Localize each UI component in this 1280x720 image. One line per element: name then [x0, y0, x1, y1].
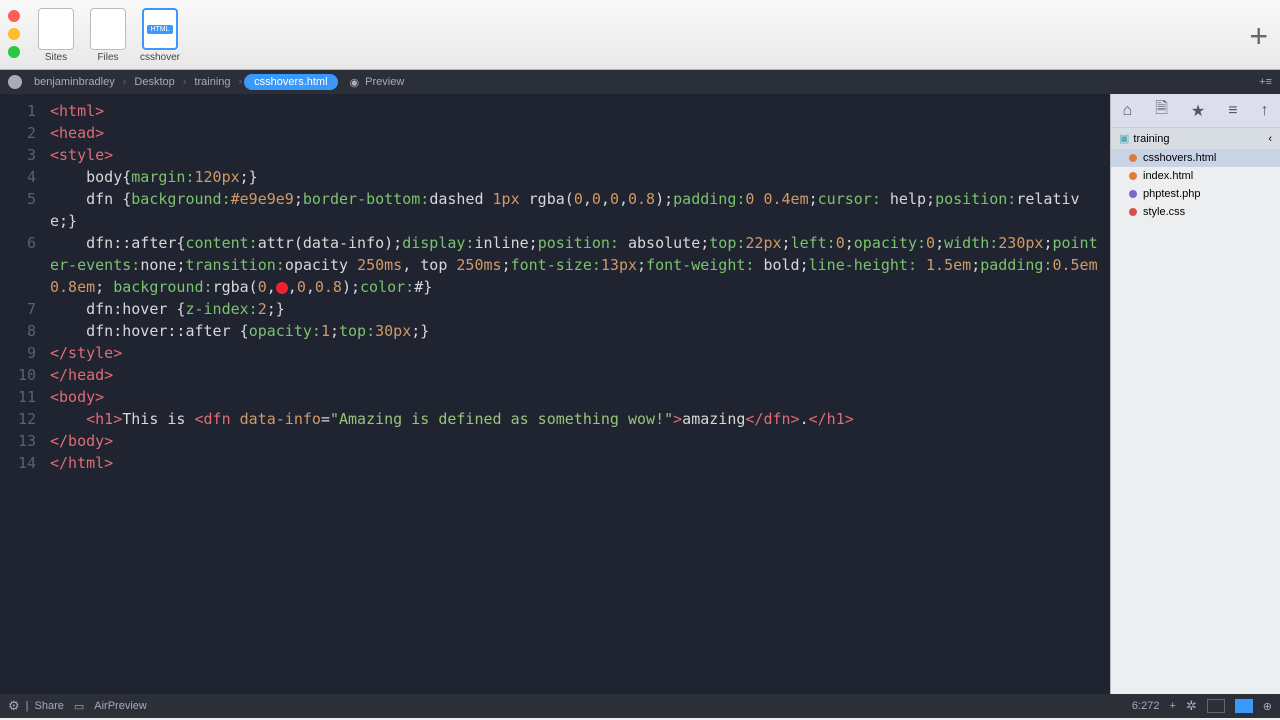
tab-files[interactable]: Files: [84, 8, 132, 63]
file-style[interactable]: style.css: [1111, 203, 1280, 221]
breadcrumb-bar: benjaminbradley Desktop training csshove…: [0, 70, 1280, 94]
add-icon[interactable]: +: [1169, 700, 1175, 712]
tab-files-label: Files: [97, 52, 118, 63]
add-split-icon[interactable]: +≡: [1259, 76, 1272, 88]
html-badge: HTML: [147, 25, 172, 34]
home-icon[interactable]: ⌂: [1122, 102, 1132, 120]
sep: |: [26, 700, 29, 712]
more-icon[interactable]: ⊕: [1263, 700, 1272, 713]
crumb-desktop[interactable]: Desktop: [128, 76, 180, 88]
file-type-icon: [1129, 154, 1137, 162]
cursor-marker-icon: [276, 282, 288, 294]
nav-back-icon[interactable]: [8, 75, 22, 89]
crumb-file[interactable]: csshovers.html: [244, 74, 337, 90]
window-controls: [8, 8, 20, 58]
tab-csshover-label: csshover: [140, 52, 180, 63]
publish-icon[interactable]: ↑: [1261, 102, 1269, 120]
new-tab-button[interactable]: +: [1249, 18, 1268, 55]
file-list: csshovers.html index.html phptest.php st…: [1111, 149, 1280, 221]
code-editor[interactable]: 1 2 3 4 5 6 7 8 9 10 11 12 13 14 <html> …: [0, 94, 1110, 694]
status-bar: ⚙ | Share ▭ AirPreview 6:272 + ✲ ⊕: [0, 694, 1280, 718]
file-type-icon: [1129, 190, 1137, 198]
folder-icon: ▣: [1119, 133, 1129, 145]
file-type-icon: [1129, 208, 1137, 216]
star-icon[interactable]: ★: [1191, 101, 1205, 121]
files-icon[interactable]: 🗎: [1155, 97, 1168, 124]
chevron-left-icon[interactable]: ‹: [1268, 133, 1272, 145]
line-gutter: 1 2 3 4 5 6 7 8 9 10 11 12 13 14: [0, 94, 46, 694]
layout-right-icon[interactable]: [1235, 699, 1253, 713]
preview-label[interactable]: Preview: [359, 76, 410, 88]
list-icon[interactable]: ≡: [1228, 102, 1237, 120]
tab-sites[interactable]: Sites: [32, 8, 80, 63]
code-area[interactable]: <html> <head> <style> body{margin:120px;…: [46, 94, 1110, 694]
file-name: phptest.php: [1143, 188, 1201, 200]
share-button[interactable]: Share: [35, 700, 64, 712]
gear-icon[interactable]: ✲: [1186, 698, 1197, 714]
file-name: csshovers.html: [1143, 152, 1216, 164]
airpreview-button[interactable]: AirPreview: [94, 700, 147, 712]
cursor-position: 6:272: [1132, 700, 1160, 712]
file-csshovers[interactable]: csshovers.html: [1111, 149, 1280, 167]
folder-name: training: [1133, 133, 1169, 145]
minimize-icon[interactable]: [8, 28, 20, 40]
tab-csshover[interactable]: HTML csshover: [136, 8, 184, 63]
file-name: style.css: [1143, 206, 1185, 218]
side-panel: ⌂ 🗎 ★ ≡ ↑ ▣ training ‹ csshovers.html ind…: [1110, 94, 1280, 694]
settings-icon[interactable]: ⚙: [8, 698, 20, 714]
folder-header[interactable]: ▣ training ‹: [1111, 128, 1280, 149]
file-name: index.html: [1143, 170, 1193, 182]
close-icon[interactable]: [8, 10, 20, 22]
file-index[interactable]: index.html: [1111, 167, 1280, 185]
crumb-training[interactable]: training: [188, 76, 236, 88]
preview-icon[interactable]: ◉: [350, 76, 360, 89]
file-type-icon: [1129, 172, 1137, 180]
workspace: 1 2 3 4 5 6 7 8 9 10 11 12 13 14 <html> …: [0, 94, 1280, 694]
titlebar: Sites Files HTML csshover +: [0, 0, 1280, 70]
crumb-user[interactable]: benjaminbradley: [28, 76, 121, 88]
layout-left-icon[interactable]: [1207, 699, 1225, 713]
tab-sites-label: Sites: [45, 52, 67, 63]
zoom-icon[interactable]: [8, 46, 20, 58]
side-toolbar: ⌂ 🗎 ★ ≡ ↑: [1111, 94, 1280, 128]
file-phptest[interactable]: phptest.php: [1111, 185, 1280, 203]
